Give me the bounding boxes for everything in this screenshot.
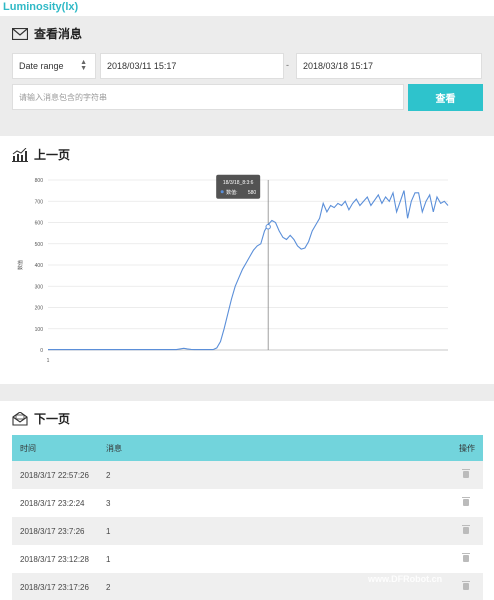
y-axis-label: 数值 xyxy=(17,260,24,270)
date-range-label: Date range xyxy=(19,61,64,71)
date-to-input[interactable]: 2018/03/18 15:17 xyxy=(296,53,482,79)
row-message: 3 xyxy=(98,489,263,517)
hover-point xyxy=(265,224,271,230)
luminosity-chart[interactable]: 0 100 200 300 400 500 600 700 800 1 数值 18/3/18_8:3:… xyxy=(0,166,494,381)
filter-header: 查看消息 xyxy=(12,25,82,42)
row-time: 2018/3/17 22:57:26 xyxy=(12,461,98,489)
updown-icon: ▲ ▼ xyxy=(80,59,87,72)
messages-panel: 下一页 时间 消息 操作 2018/3/17 22:57:26 2 2018/3… xyxy=(0,401,494,600)
y-tick-label: 700 xyxy=(35,199,44,205)
table-header-row: 时间 消息 操作 xyxy=(12,435,483,461)
date-range-select[interactable]: Date range ▲ ▼ xyxy=(12,53,96,79)
delete-button[interactable] xyxy=(263,545,483,573)
delete-button[interactable] xyxy=(263,517,483,545)
table-row: 2018/3/17 23:7:26 1 xyxy=(12,517,483,545)
mail-open-icon xyxy=(12,411,28,426)
row-time: 2018/3/17 23:7:26 xyxy=(12,517,98,545)
chart-icon xyxy=(12,147,28,162)
delete-button[interactable] xyxy=(263,461,483,489)
trash-icon xyxy=(462,580,470,590)
messages-title: 下一页 xyxy=(34,412,71,426)
trash-icon xyxy=(462,468,470,478)
series-line xyxy=(48,190,449,351)
y-tick-label: 800 xyxy=(35,178,44,184)
y-tick-label: 100 xyxy=(35,327,44,333)
col-time[interactable]: 时间 xyxy=(12,435,98,461)
date-separator: - xyxy=(286,60,289,70)
filter-panel: 查看消息 Date range ▲ ▼ 2018/03/11 15:17 - 20… xyxy=(0,18,494,122)
tooltip-date: 18/3/18_8:3:6 xyxy=(223,180,254,186)
chart-panel: 上一页 0 100 200 300 400 500 600 700 800 1 数值 18/3/18_… xyxy=(0,136,494,384)
col-action: 操作 xyxy=(263,435,483,461)
chart-header: 上一页 xyxy=(12,146,70,163)
trash-icon xyxy=(462,552,470,562)
row-message: 1 xyxy=(98,545,263,573)
x-tick-label: 1 xyxy=(47,358,50,364)
app-title: Luminosity(lx) xyxy=(3,1,79,13)
search-button[interactable]: 查看 xyxy=(408,84,483,111)
filter-title: 查看消息 xyxy=(34,27,83,41)
col-message[interactable]: 消息 xyxy=(98,435,263,461)
row-time: 2018/3/17 23:12:28 xyxy=(12,545,98,573)
watermark-text: www.DFRobot.cn xyxy=(368,574,443,584)
y-tick-label: 500 xyxy=(35,242,44,248)
y-tick-label: 200 xyxy=(35,306,44,312)
trash-icon xyxy=(462,524,470,534)
row-message: 2 xyxy=(98,461,263,489)
table-row: 2018/3/17 23:12:28 1 xyxy=(12,545,483,573)
envelope-icon xyxy=(12,27,28,40)
y-tick-label: 600 xyxy=(35,221,44,227)
y-tick-label: 300 xyxy=(35,284,44,290)
message-search-input[interactable]: 请输入消息包含的字符串 xyxy=(12,84,404,110)
row-message: 2 xyxy=(98,573,263,600)
table-row: 2018/3/17 23:2:24 3 xyxy=(12,489,483,517)
trash-icon xyxy=(462,496,470,506)
top-bar: Luminosity(lx) xyxy=(0,0,494,16)
tooltip-series: 数值: xyxy=(226,189,237,196)
row-time: 2018/3/17 23:2:24 xyxy=(12,489,98,517)
tooltip-value: 580 xyxy=(248,190,257,196)
row-message: 1 xyxy=(98,517,263,545)
y-tick-label: 0 xyxy=(40,348,43,354)
messages-header: 下一页 xyxy=(12,410,70,427)
tooltip-marker xyxy=(220,190,224,194)
y-tick-label: 400 xyxy=(35,263,44,269)
row-time: 2018/3/17 23:17:26 xyxy=(12,573,98,600)
chart-title: 上一页 xyxy=(34,148,71,162)
delete-button[interactable] xyxy=(263,489,483,517)
date-from-input[interactable]: 2018/03/11 15:17 xyxy=(100,53,284,79)
table-row: 2018/3/17 22:57:26 2 xyxy=(12,461,483,489)
